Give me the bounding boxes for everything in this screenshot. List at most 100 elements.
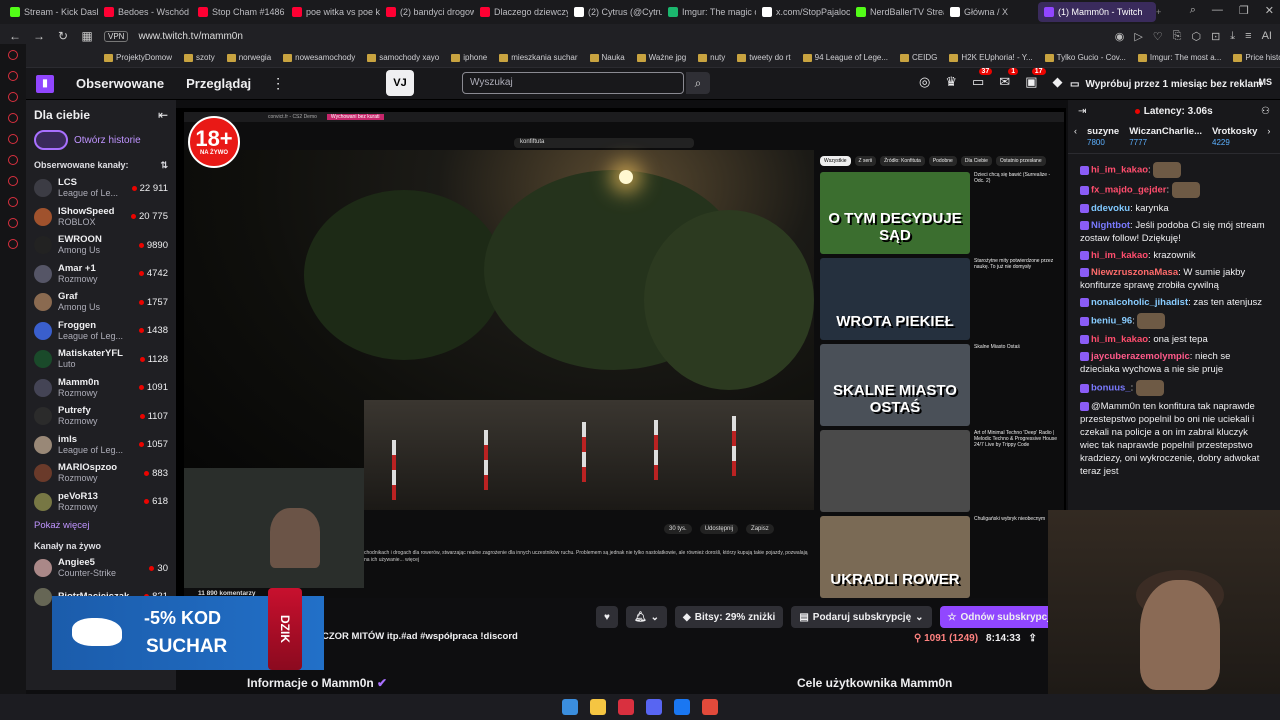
chat-username[interactable]: bonuus_ (1091, 383, 1131, 394)
sponsor-ad-banner[interactable]: -5% KOD SUCHAR DZIK (52, 588, 324, 670)
browser-tab[interactable]: (1) Mamm0n - Twitch (1038, 2, 1156, 22)
clock-sidebar-icon[interactable] (8, 197, 18, 207)
browser-tab[interactable]: Bedoes - Wschód (98, 2, 192, 22)
browser-tab[interactable]: (2) Cytrus (@Cytru (568, 2, 662, 22)
bookmark-item[interactable]: Imgur: The most a... (1137, 53, 1221, 62)
camera-icon[interactable]: ◉ (1115, 30, 1125, 43)
chevron-left-icon[interactable]: ‹ (1074, 126, 1077, 149)
browser-tab[interactable]: Stop Cham #1486 (192, 2, 286, 22)
bookmark-item[interactable]: CEIDG (900, 53, 937, 62)
users-icon[interactable]: ⚇ (1261, 106, 1270, 117)
folder-icon[interactable] (590, 699, 606, 715)
ai-icon[interactable]: AI (1262, 30, 1272, 43)
twitch-logo-icon[interactable]: ▮ (36, 74, 54, 93)
collapse-chat-icon[interactable]: ⇥ (1078, 106, 1086, 117)
bookmark-icon[interactable]: ⎘ (1173, 30, 1182, 43)
search-input[interactable]: Wyszukaj (462, 72, 684, 94)
video-player[interactable]: convict.fr - CS2 Demo Wychowani bez kurat… (176, 108, 1066, 598)
windows-icon[interactable] (562, 699, 578, 715)
chrome-icon[interactable] (702, 699, 718, 715)
url-field[interactable]: www.twitch.tv/mamm0n (138, 31, 1104, 42)
extensions-icon[interactable]: ⬡ (1191, 30, 1201, 43)
bookmark-item[interactable]: nowesamochody (283, 53, 355, 62)
user-avatar[interactable]: MS (1259, 77, 1273, 87)
settings-sidebar-icon[interactable] (8, 113, 18, 123)
notification-icon[interactable]: ◎ (919, 74, 930, 90)
reload-icon[interactable]: ↻ (56, 29, 70, 43)
ad-free-promo[interactable]: ▭ Wypróbuj przez 1 miesiąc bez reklam (1070, 72, 1262, 96)
bookmark-item[interactable]: ProjektyDomow (104, 53, 172, 62)
browser-tab[interactable]: poe witka vs poe k (286, 2, 380, 22)
bookmark-item[interactable]: 94 League of Lege... (802, 53, 888, 62)
stories-row[interactable]: Otwórz historie (26, 126, 176, 154)
download-icon[interactable]: ⤓ (1230, 30, 1235, 43)
player-sidebar-icon[interactable] (8, 218, 18, 228)
sidebar-channel[interactable]: Mamm0n Rozmowy 1091 (26, 374, 176, 403)
browser-tab[interactable]: Główna / X (944, 2, 1038, 22)
sidebar-channel[interactable]: Amar +1 Rozmowy 4742 (26, 260, 176, 289)
chat-username[interactable]: ddevoku (1091, 203, 1130, 214)
sidebar-channel[interactable]: Graf Among Us 1757 (26, 288, 176, 317)
forward-icon[interactable]: → (32, 29, 46, 43)
sidebar-channel[interactable]: MARIOspzoo Rozmowy 883 (26, 459, 176, 488)
sidebar-channel[interactable]: Froggen League of Leg... 1438 (26, 317, 176, 346)
x-sidebar-icon[interactable] (8, 176, 18, 186)
bookmark-item[interactable]: Price history, price... (1233, 53, 1280, 62)
messenger-sidebar-icon[interactable] (8, 50, 18, 60)
sidebar-channel[interactable]: imls League of Leg... 1057 (26, 431, 176, 460)
search-button[interactable]: ⌕ (686, 72, 710, 94)
search-icon[interactable]: ⌕ (1190, 4, 1196, 17)
sort-icon[interactable]: ⇅ (160, 160, 168, 171)
open-stories-link[interactable]: Otwórz historie (74, 135, 141, 146)
bookmark-item[interactable]: norwegia (226, 53, 271, 62)
sidebar-channel[interactable]: Angiee5 Counter-Strike 30 (26, 554, 176, 583)
heart-icon[interactable]: ♡ (1153, 30, 1163, 43)
bookmark-item[interactable]: szoty (184, 53, 215, 62)
grid-icon[interactable]: ▦ (80, 29, 94, 43)
instagram-sidebar-icon[interactable] (8, 134, 18, 144)
chat-username[interactable]: hi_im_kakao (1091, 250, 1148, 261)
chat-username[interactable]: nonalcoholic_jihadist (1091, 297, 1188, 308)
whispers-icon[interactable]: ✉ 1 (999, 68, 1019, 90)
new-tab-icon[interactable]: + (1156, 7, 1161, 17)
chevron-right-icon[interactable]: › (1267, 126, 1270, 149)
browse-link[interactable]: Przeglądaj (186, 76, 251, 91)
gift-sub-button[interactable]: ▤ Podaruj subskrypcję ⌄ (791, 606, 932, 628)
wallet-sidebar-icon[interactable] (8, 92, 18, 102)
chat-username[interactable]: NiewzruszonaMasa (1091, 267, 1178, 278)
sidebar-channel[interactable]: LCS League of Le... 22 911 (26, 174, 176, 203)
bookmark-item[interactable]: Tylko Gucio - Cov... (1044, 53, 1126, 62)
chat-username[interactable]: hi_im_kakao (1091, 165, 1148, 176)
play-icon[interactable]: ▷ (1134, 30, 1142, 43)
bookmark-item[interactable]: nuty (698, 53, 725, 62)
sidebar-channel[interactable]: MatiskaterYFL Luto 1128 (26, 345, 176, 374)
show-more-link[interactable]: Pokaż więcej (26, 516, 176, 535)
vpn-badge[interactable]: VPN (104, 30, 129, 42)
bookmark-item[interactable]: tweety do rt (737, 53, 791, 62)
more-icon[interactable]: ⋮ (271, 75, 285, 92)
notifications-button[interactable]: 🔔︎ ⌄ (625, 606, 668, 628)
bits-icon[interactable]: ◆ (1053, 74, 1063, 90)
close-icon[interactable]: ✕ (1265, 4, 1274, 17)
inbox-icon[interactable]: ▭ 37 (972, 68, 993, 90)
sidebar-channel[interactable]: IShowSpeed ROBLOX 20 775 (26, 203, 176, 232)
twitch-sidebar-icon[interactable] (8, 155, 18, 165)
bits-button[interactable]: ◆ Bitsy: 29% zniżki (675, 606, 784, 628)
chat-username[interactable]: fx_majdo_gejder (1091, 185, 1167, 196)
browser-tab[interactable]: NerdBallerTV Strea (850, 2, 944, 22)
browser-tab[interactable]: Stream - Kick Dash (4, 2, 98, 22)
back-icon[interactable]: ← (8, 29, 22, 43)
discord-icon[interactable] (646, 699, 662, 715)
sidebar-channel[interactable]: EWROON Among Us 9890 (26, 231, 176, 260)
bookmark-item[interactable]: mieszkania suchar (499, 53, 578, 62)
browser-tab[interactable]: x.com/StopPajaloc (756, 2, 850, 22)
prime-icon[interactable]: ♛ (945, 74, 957, 90)
history-sidebar-icon[interactable] (8, 71, 18, 81)
sidebar-channel[interactable]: peVoR13 Rozmowy 618 (26, 488, 176, 517)
browser-tab[interactable]: Dlaczego dziewczy (474, 2, 568, 22)
share-icon[interactable]: ⇪ (1029, 633, 1037, 644)
chat-username[interactable]: Nightbot (1091, 220, 1130, 231)
collapse-icon[interactable]: ⇤ (158, 108, 168, 122)
bell-icon[interactable]: ▣ 17 (1025, 68, 1046, 90)
maximize-icon[interactable]: ❐ (1239, 4, 1249, 17)
